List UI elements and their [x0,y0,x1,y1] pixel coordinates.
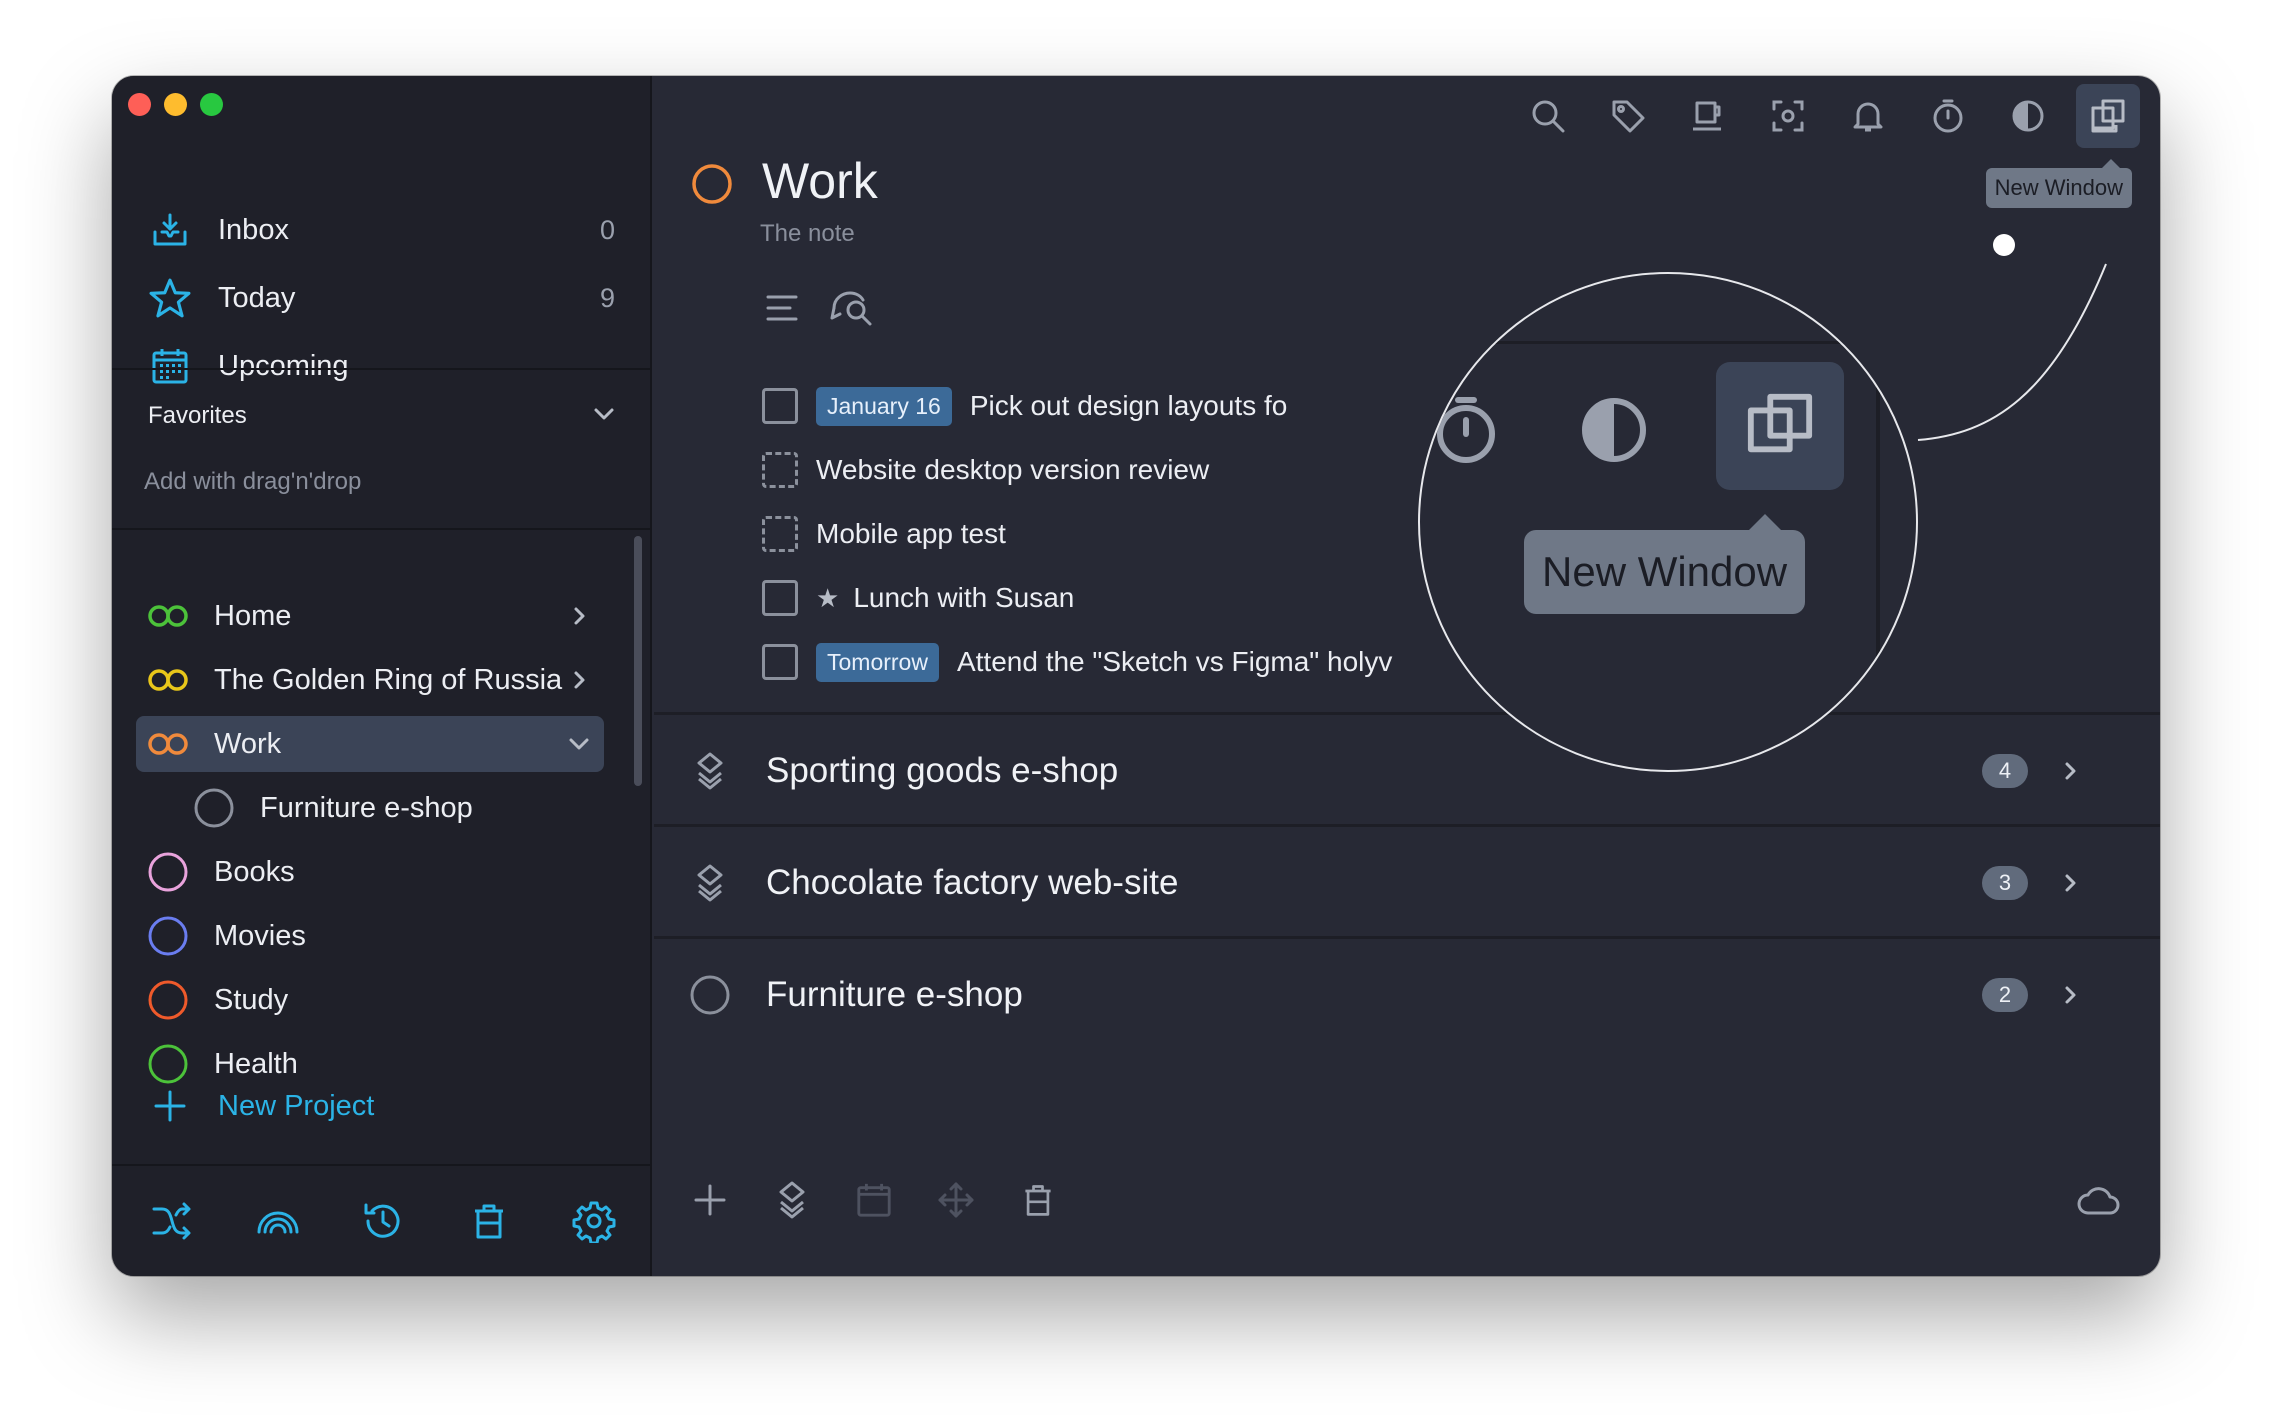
callout-line [1917,263,2107,441]
app-window: Inbox 0 Today 9 Upcoming Favorites Add w… [112,76,2160,1276]
callout-dot [1993,234,2015,256]
